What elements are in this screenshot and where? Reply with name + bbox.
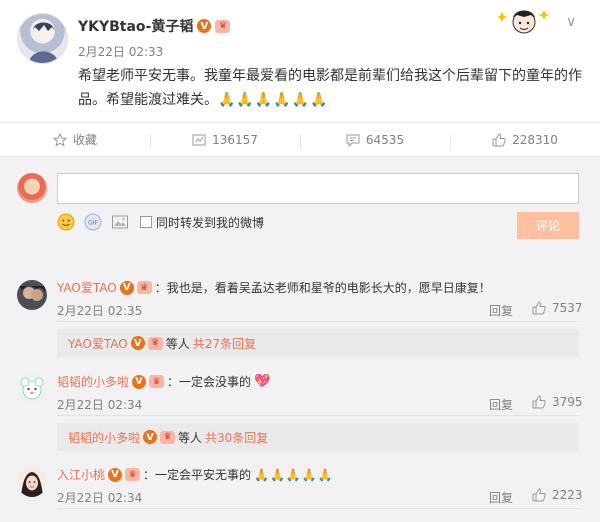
comment-icon (346, 134, 360, 147)
verified-badge-icon: V (132, 374, 147, 389)
repost-checkbox[interactable] (140, 216, 152, 228)
thumbs-up-icon (532, 301, 546, 315)
post-text: 希望老师平安无事。我童年最爱看的电影都是前辈们给我这个后辈留下的童年的作品。希望… (78, 64, 588, 112)
comment-text: ：我也是，看着吴孟达老师和星爷的电影长大的，愿早日康复！ (154, 281, 491, 295)
emoji-icon[interactable] (57, 213, 75, 231)
sub-reply-user[interactable]: YAO爱TAO (68, 335, 128, 352)
verified-badge-icon: V (143, 430, 158, 444)
sub-reply-more-link[interactable]: 共30条回复 (205, 429, 268, 446)
comment-time[interactable]: 2月22日 02:34 (57, 489, 142, 506)
gif-icon[interactable]: GIF (84, 213, 102, 231)
card-sticker (496, 6, 550, 36)
sub-reply-user[interactable]: 韬韬的小多啦 (68, 429, 140, 446)
commenter-avatar[interactable] (17, 467, 47, 497)
my-avatar (17, 173, 47, 203)
commenter-name[interactable]: YAO爱TAO (57, 279, 117, 296)
author-name[interactable]: YKYBtao-黄子韬 (78, 16, 193, 36)
comment-like-button[interactable]: 7537 (532, 301, 583, 315)
divider (57, 415, 579, 416)
commenter-avatar[interactable] (17, 280, 47, 310)
commenter-name[interactable]: 入江小桃 (57, 466, 105, 483)
comment-like-count: 3795 (552, 395, 583, 409)
sub-replies-box[interactable]: 韬韬的小多啦 V ♛ 等人 共30条回复 (57, 423, 579, 451)
heart-emoji: 💖 (254, 374, 271, 389)
comments-panel: GIF 同时转发到我的微博 评论 YAO爱TAO V ♛ ：我也是，看着吴孟达老… (0, 157, 600, 522)
comment-button[interactable]: 64535 (300, 132, 450, 149)
thumbs-up-icon (532, 395, 546, 409)
chevron-down-icon[interactable]: ∨ (566, 14, 576, 30)
comment-time[interactable]: 2月22日 02:34 (57, 396, 142, 413)
comment-text: ：一定会没事的 (167, 375, 252, 389)
sub-replies-box[interactable]: YAO爱TAO V ♛ 等人 共27条回复 (57, 329, 579, 357)
comment-text: ：一定会平安无事的 (143, 468, 252, 482)
post-text-body: 希望老师平安无事。我童年最爱看的电影都是前辈们给我这个后辈留下的童年的作品。希望… (78, 68, 582, 108)
divider (57, 508, 579, 509)
member-badge-icon: ♛ (149, 375, 165, 388)
repost-icon (192, 134, 206, 145)
praying-emoji: 🙏🙏🙏🙏🙏🙏 (218, 92, 329, 108)
verified-badge-icon: V (130, 336, 145, 350)
sub-reply-text: 等人 (178, 430, 203, 445)
divider (57, 321, 579, 322)
favorite-button[interactable]: 收藏 (0, 131, 150, 148)
member-badge-icon: ♛ (160, 430, 176, 444)
comment-like-count: 7537 (552, 301, 583, 315)
comment-count: 64535 (365, 132, 405, 147)
favorite-label: 收藏 (72, 133, 97, 147)
reply-button[interactable]: 回复 (489, 489, 513, 506)
like-count: 228310 (512, 132, 558, 147)
verified-badge-icon: V (197, 19, 212, 33)
sub-reply-text: 等人 (165, 336, 190, 351)
member-badge-icon: ♛ (147, 336, 163, 350)
svg-text:GIF: GIF (88, 220, 98, 227)
comment-like-count: 2223 (552, 488, 583, 502)
reply-button[interactable]: 回复 (489, 396, 513, 413)
composer-tools: GIF 同时转发到我的微博 (57, 213, 264, 231)
image-icon[interactable] (111, 213, 129, 231)
commenter-avatar[interactable] (17, 374, 47, 404)
verified-badge-icon: V (119, 280, 134, 295)
member-badge-icon: ♛ (215, 19, 231, 33)
comment-time[interactable]: 2月22日 02:35 (57, 302, 142, 319)
verified-badge-icon: V (108, 467, 123, 482)
commenter-name[interactable]: 韬韬的小多啦 (57, 373, 129, 390)
comment-input[interactable] (57, 173, 579, 204)
repost-checkbox-row[interactable]: 同时转发到我的微博 (140, 214, 264, 231)
member-badge-icon: ♛ (136, 281, 152, 294)
like-button[interactable]: 228310 (450, 132, 600, 149)
weibo-post: YKYBtao-黄子韬 V ♛ 2月22日 02:33 希望老师平安无事。我童年… (0, 0, 600, 122)
reply-button[interactable]: 回复 (489, 302, 513, 319)
thumbs-up-icon (532, 488, 546, 502)
repost-checkbox-label: 同时转发到我的微博 (156, 215, 265, 230)
thumbs-up-icon (492, 132, 506, 146)
repost-count: 136157 (212, 132, 258, 147)
star-icon (52, 132, 67, 147)
sub-reply-more-link[interactable]: 共27条回复 (193, 335, 256, 352)
comment-like-button[interactable]: 3795 (532, 395, 583, 409)
repost-button[interactable]: 136157 (150, 132, 300, 149)
action-bar: 收藏 136157 64535 228310 (0, 122, 600, 157)
comment-like-button[interactable]: 2223 (532, 488, 583, 502)
author-avatar[interactable] (17, 13, 68, 64)
praying-emoji: 🙏🙏🙏🙏🙏 (254, 467, 334, 482)
submit-comment-button[interactable]: 评论 (517, 212, 579, 239)
member-badge-icon: ♛ (125, 468, 141, 481)
post-time[interactable]: 2月22日 02:33 (78, 43, 163, 60)
